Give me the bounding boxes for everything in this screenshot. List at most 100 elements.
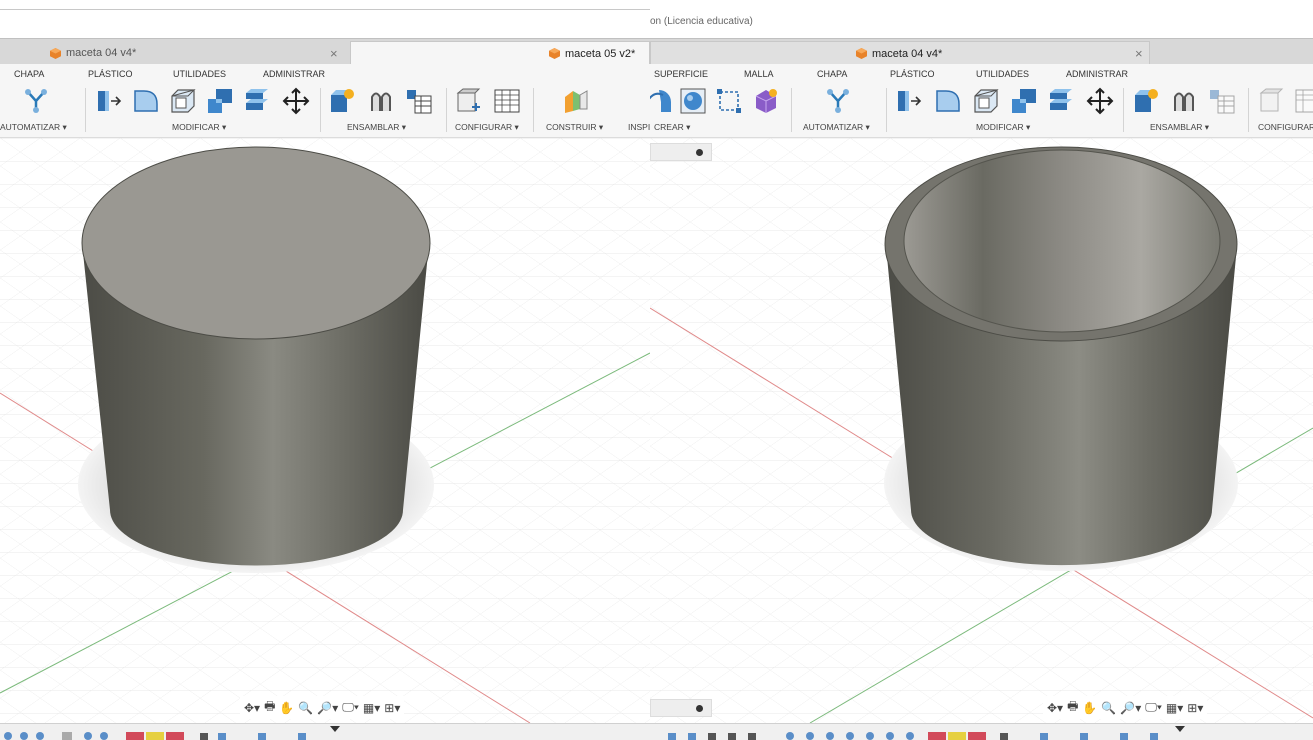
group-modificar[interactable]: MODIFICAR ▾	[172, 122, 226, 133]
construct-plane-icon[interactable]	[561, 86, 591, 116]
ribbon-tab-superficie[interactable]: SUPERFICIE	[654, 69, 708, 79]
group-construir[interactable]: CONSTRUIR ▾	[546, 122, 603, 133]
form-icon[interactable]	[751, 86, 781, 116]
ribbon-tab-chapa[interactable]: CHAPA	[817, 69, 847, 79]
grid-icon[interactable]: ▦▾	[363, 701, 380, 715]
ribbon-tab-malla[interactable]: MALLA	[744, 69, 774, 79]
fillet-icon[interactable]	[131, 86, 161, 116]
configure-icon[interactable]	[453, 86, 483, 116]
timeline-bar[interactable]	[0, 723, 650, 740]
group-ensamblar[interactable]: ENSAMBLAR ▾	[1150, 122, 1209, 133]
sketch-icon[interactable]	[714, 86, 744, 116]
group-inspeccionar[interactable]: INSPI	[628, 122, 650, 132]
assembly-table-icon[interactable]	[1207, 86, 1237, 116]
browser-panel-collapsed[interactable]	[650, 143, 712, 161]
panel-pin-icon[interactable]	[696, 148, 703, 156]
orbit-icon[interactable]: ✥▾	[1047, 701, 1063, 715]
new-component-icon[interactable]	[327, 86, 357, 116]
ribbon-tab-plastico[interactable]: PLÁSTICO	[88, 69, 133, 79]
assembly-table-icon[interactable]	[404, 86, 434, 116]
3d-viewport[interactable]: ✥▾ 🖶 ✋ 🔍 🔎▾ 🖵▾ ▦▾ ⊞▾	[650, 138, 1313, 724]
design-cube-icon	[50, 47, 61, 59]
group-automatizar[interactable]: AUTOMATIZAR ▾	[803, 122, 870, 133]
combine-icon[interactable]	[1009, 86, 1039, 116]
grid-icon[interactable]: ▦▾	[1166, 701, 1183, 715]
viewports-icon[interactable]: ⊞▾	[1187, 701, 1203, 715]
pan-icon[interactable]: ✋	[279, 701, 294, 715]
automate-icon[interactable]	[21, 86, 51, 116]
ribbon-tab-utilidades[interactable]: UTILIDADES	[173, 69, 226, 79]
group-configurar[interactable]: CONFIGURAR ▾	[455, 122, 519, 133]
separator	[320, 88, 321, 132]
display-settings-icon[interactable]: 🖵▾	[1145, 700, 1162, 715]
automate-icon[interactable]	[823, 86, 853, 116]
shell-icon[interactable]	[971, 86, 1001, 116]
combine-icon[interactable]	[205, 86, 235, 116]
fit-icon[interactable]: 🔎▾	[317, 701, 338, 715]
canvas-scene[interactable]	[650, 138, 1313, 724]
group-automatizar[interactable]: AUTOMATIZAR ▾	[0, 122, 67, 133]
configure-icon[interactable]	[1256, 86, 1286, 116]
close-icon[interactable]: ×	[330, 46, 338, 61]
pot-interior[interactable]	[903, 149, 1221, 333]
shell-icon[interactable]	[168, 86, 198, 116]
look-at-icon[interactable]: 🖶	[1067, 697, 1078, 718]
sphere-icon[interactable]	[678, 86, 708, 116]
zoom-icon[interactable]: 🔍	[1101, 701, 1116, 715]
press-pull-icon[interactable]	[94, 86, 124, 116]
app-title: on (Licencia educativa)	[650, 16, 753, 27]
joint-icon[interactable]	[1169, 86, 1199, 116]
tab-label: maceta 04 v4*	[66, 47, 137, 59]
close-icon[interactable]: ×	[1135, 46, 1143, 61]
ribbon-tab-chapa[interactable]: CHAPA	[14, 69, 44, 79]
document-tab[interactable]: maceta 04 v4* ×	[50, 41, 350, 65]
tab-label: maceta 05 v2*	[565, 47, 636, 60]
pan-icon[interactable]: ✋	[1082, 701, 1097, 715]
configure-table-icon[interactable]	[1293, 86, 1313, 116]
zoom-icon[interactable]: 🔍	[298, 701, 313, 715]
navigation-bar: ✥▾ 🖶 ✋ 🔍 🔎▾ 🖵▾ ▦▾ ⊞▾	[240, 696, 405, 719]
document-tab-bar: maceta 04 v4* × maceta 05 v2*	[0, 38, 650, 65]
split-icon[interactable]	[1046, 86, 1076, 116]
ribbon-tab-plastico[interactable]: PLÁSTICO	[890, 69, 935, 79]
move-icon[interactable]	[1085, 86, 1115, 116]
document-tab-active[interactable]: maceta 05 v2*	[350, 41, 650, 65]
move-icon[interactable]	[281, 86, 311, 116]
split-icon[interactable]	[242, 86, 272, 116]
group-ensamblar[interactable]: ENSAMBLAR ▾	[347, 122, 406, 133]
ribbon-tab-utilidades[interactable]: UTILIDADES	[976, 69, 1029, 79]
cylinder-top-face[interactable]	[81, 146, 431, 340]
orbit-icon[interactable]: ✥▾	[244, 701, 260, 715]
group-crear[interactable]: CREAR ▾	[654, 122, 690, 133]
panel-pin-icon[interactable]	[696, 704, 703, 712]
timeline-icons	[4, 726, 340, 740]
ribbon-tab-administrar[interactable]: ADMINISTRAR	[263, 69, 325, 79]
display-settings-icon[interactable]: 🖵▾	[342, 700, 359, 715]
comments-panel-collapsed[interactable]	[650, 699, 712, 717]
press-pull-icon[interactable]	[894, 86, 924, 116]
configure-table-icon[interactable]	[492, 86, 522, 116]
revolve-icon[interactable]	[650, 86, 674, 116]
group-modificar[interactable]: MODIFICAR ▾	[976, 122, 1030, 133]
joint-icon[interactable]	[366, 86, 396, 116]
timeline-bar[interactable]	[650, 723, 1313, 740]
3d-viewport[interactable]: ✥▾ 🖶 ✋ 🔍 🔎▾ 🖵▾ ▦▾ ⊞▾	[0, 138, 650, 724]
separator	[85, 88, 86, 132]
viewports-icon[interactable]: ⊞▾	[384, 701, 400, 715]
look-at-icon[interactable]: 🖶	[264, 697, 275, 718]
separator	[446, 88, 447, 132]
fit-icon[interactable]: 🔎▾	[1120, 701, 1141, 715]
group-configurar[interactable]: CONFIGURAR	[1258, 122, 1313, 132]
canvas-scene[interactable]	[0, 138, 650, 724]
ribbon-tab-administrar[interactable]: ADMINISTRAR	[1066, 69, 1128, 79]
tab-label: maceta 04 v4*	[872, 47, 943, 60]
right-window: on (Licencia educativa) maceta 04 v4* × …	[650, 0, 1313, 740]
document-tab[interactable]: maceta 04 v4* ×	[650, 41, 1150, 65]
title-bar: on (Licencia educativa)	[650, 0, 1313, 38]
title-divider	[0, 9, 650, 10]
new-component-icon[interactable]	[1131, 86, 1161, 116]
separator	[1248, 88, 1249, 132]
design-cube-icon	[549, 48, 560, 59]
title-bar	[0, 0, 650, 38]
fillet-icon[interactable]	[933, 86, 963, 116]
